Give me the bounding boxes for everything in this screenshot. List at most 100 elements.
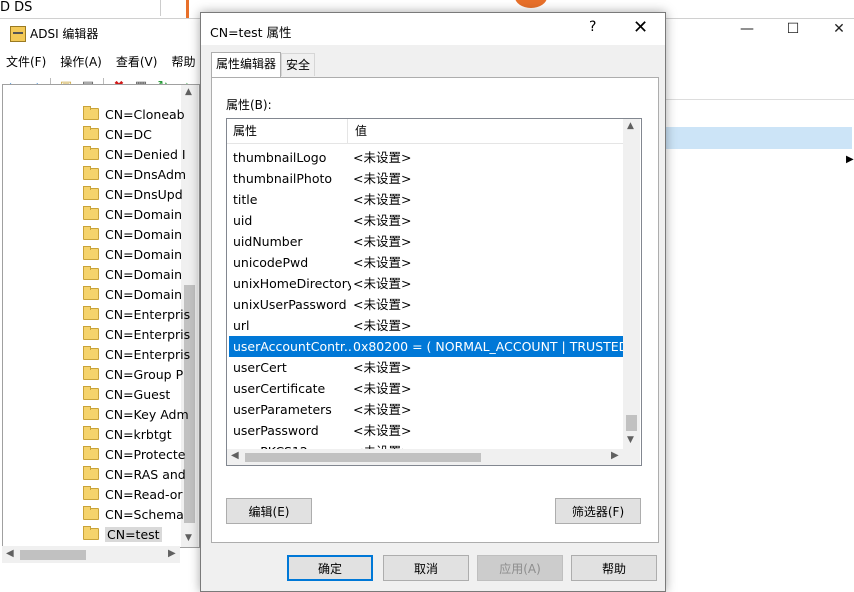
tree-item[interactable]: CN=Guest (83, 384, 170, 404)
attribute-row[interactable]: userParameters <未设置> (229, 399, 623, 420)
tree-panel[interactable]: ▲ ▼ CN=Cloneab CN=DC CN=Denied I CN=DnsAdm C… (2, 84, 200, 548)
apply-button[interactable]: 应用(A) (477, 555, 563, 581)
maximize-icon[interactable]: ☐ (778, 21, 808, 37)
tree-item[interactable]: CN=krbtgt (83, 424, 172, 444)
tree-item-label: CN=DnsUpd (105, 186, 183, 202)
attribute-row[interactable]: userCert <未设置> (229, 357, 623, 378)
attribute-row[interactable]: unixUserPassword <未设置> (229, 294, 623, 315)
attribute-name: userAccountContr... (233, 339, 351, 354)
folder-icon (83, 366, 99, 380)
help-icon[interactable]: ? (589, 19, 596, 35)
scroll-down-icon[interactable]: ▼ (185, 533, 192, 543)
list-header: 属性 值 (227, 119, 623, 144)
close-icon[interactable]: ✕ (633, 17, 648, 38)
tree-item[interactable]: CN=Denied I (83, 144, 186, 164)
attribute-name: uidNumber (233, 234, 303, 249)
minimize-icon[interactable]: — (732, 21, 762, 37)
attribute-row[interactable]: thumbnailPhoto <未设置> (229, 168, 623, 189)
menu-bar: 文件(F) 操作(A) 查看(V) 帮助 (6, 53, 195, 70)
list-hscroll-thumb[interactable] (245, 453, 481, 462)
tree-item-label: CN=Enterpris (105, 326, 191, 342)
cancel-button[interactable]: 取消 (383, 555, 469, 581)
column-header-attribute[interactable]: 属性 (227, 119, 257, 143)
attribute-value: <未设置> (353, 423, 412, 438)
tree-item[interactable]: CN=Schema (83, 504, 184, 524)
dialog-title: CN=test 属性 (210, 25, 292, 40)
attribute-row[interactable]: uid <未设置> (229, 210, 623, 231)
tree-item-label: CN=Cloneab (105, 106, 185, 122)
attribute-row[interactable]: userCertificate <未设置> (229, 378, 623, 399)
scroll-left-icon[interactable]: ◀ (231, 450, 239, 461)
attribute-row[interactable]: url <未设置> (229, 315, 623, 336)
tree-item-label: CN=Domain (105, 206, 183, 222)
scroll-left-icon[interactable]: ◀ (6, 548, 14, 559)
attribute-row[interactable]: unicodePwd <未设置> (229, 252, 623, 273)
folder-icon (83, 306, 99, 320)
attribute-row[interactable]: userPassword <未设置> (229, 420, 623, 441)
attribute-name: unixUserPassword (233, 297, 347, 312)
attribute-name: thumbnailLogo (233, 150, 327, 165)
attribute-row[interactable]: uidNumber <未设置> (229, 231, 623, 252)
attribute-row[interactable]: thumbnailLogo <未设置> (229, 147, 623, 168)
attributes-list[interactable]: 属性 值 thumbnailLogo <未设置> thumbnailPhoto <未设… (226, 118, 642, 466)
tab-attribute-editor[interactable]: 属性编辑器 (211, 52, 282, 77)
tree-item[interactable]: CN=Domain (83, 264, 182, 284)
properties-dialog: CN=test 属性 ? ✕ 属性编辑器 安全 属性(B): 属性 值 thum… (200, 12, 666, 592)
attribute-value: <未设置> (353, 150, 412, 165)
menu-file[interactable]: 文件(F) (6, 53, 46, 70)
scroll-right-icon[interactable]: ▶ (611, 450, 619, 461)
tree-item[interactable]: CN=Protecte (83, 444, 185, 464)
tree-item-label: CN=Group P (105, 366, 184, 382)
attribute-name: thumbnailPhoto (233, 171, 333, 186)
tree-item[interactable]: CN=Domain (83, 284, 182, 304)
scroll-up-icon[interactable]: ▲ (627, 121, 634, 131)
column-header-value[interactable]: 值 (349, 119, 367, 143)
tree-item[interactable]: CN=test (83, 524, 162, 544)
window-close-icon[interactable]: ✕ (824, 21, 854, 37)
attribute-name: unicodePwd (233, 255, 309, 270)
tree-item[interactable]: CN=DC (83, 124, 152, 144)
folder-icon (83, 286, 99, 300)
folder-icon (83, 206, 99, 220)
list-scroll-thumb[interactable] (626, 415, 637, 431)
scroll-up-icon[interactable]: ▲ (185, 87, 192, 97)
tree-item[interactable]: CN=RAS and (83, 464, 186, 484)
scroll-right-icon[interactable]: ▶ (168, 548, 176, 559)
tree-item[interactable]: CN=Domain (83, 224, 182, 244)
tree-horizontal-scrollbar[interactable]: ◀ ▶ (2, 546, 180, 563)
scroll-down-icon[interactable]: ▼ (627, 435, 634, 445)
tab-security[interactable]: 安全 (281, 53, 316, 76)
dialog-titlebar: CN=test 属性 ? ✕ (201, 13, 665, 45)
tree-item[interactable]: CN=Domain (83, 244, 182, 264)
list-horizontal-scrollbar[interactable]: ◀ ▶ (227, 449, 623, 465)
tree-hscroll-thumb[interactable] (20, 550, 86, 560)
tree-item[interactable]: CN=Read-or (83, 484, 183, 504)
column-separator[interactable] (347, 119, 348, 143)
menu-action[interactable]: 操作(A) (60, 53, 102, 70)
adsi-titlebar: ADSI 编辑器 (10, 25, 98, 42)
filter-button[interactable]: 筛选器(F) (555, 498, 641, 524)
attribute-row[interactable]: title <未设置> (229, 189, 623, 210)
tree-item[interactable]: CN=DnsAdm (83, 164, 186, 184)
tree-item[interactable]: CN=DnsUpd (83, 184, 183, 204)
right-pane-selected-row[interactable] (664, 127, 852, 149)
tree-item[interactable]: CN=Group P (83, 364, 183, 384)
tree-item[interactable]: CN=Domain (83, 204, 182, 224)
tree-item[interactable]: CN=Key Adm (83, 404, 189, 424)
tree-item[interactable]: CN=Enterpris (83, 324, 190, 344)
menu-view[interactable]: 查看(V) (116, 53, 158, 70)
ok-button[interactable]: 确定 (287, 555, 373, 581)
tree-item[interactable]: CN=Enterpris (83, 344, 190, 364)
edit-button[interactable]: 编辑(E) (226, 498, 312, 524)
attribute-row[interactable]: unixHomeDirectory <未设置> (229, 273, 623, 294)
tree-item[interactable]: CN=Cloneab (83, 104, 185, 124)
attribute-row[interactable]: userAccountContr... 0x80200 = ( NORMAL_AC… (229, 336, 623, 357)
tree-item[interactable]: CN=Enterpris (83, 304, 190, 324)
folder-icon (83, 466, 99, 480)
folder-icon (83, 406, 99, 420)
list-vertical-scrollbar[interactable]: ▲ ▼ (623, 119, 640, 449)
folder-icon (83, 186, 99, 200)
attribute-value: <未设置> (353, 234, 412, 249)
menu-help[interactable]: 帮助 (171, 53, 195, 70)
help-button[interactable]: 帮助 (571, 555, 657, 581)
